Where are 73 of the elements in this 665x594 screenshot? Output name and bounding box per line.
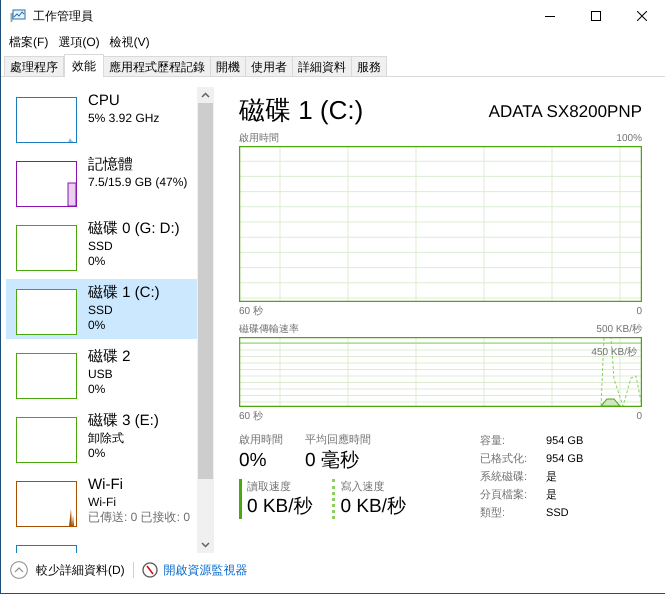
property-label: 類型: [480, 506, 506, 521]
device-name: 磁碟 1 (C:) [88, 283, 160, 303]
device-detail: USB [88, 367, 114, 382]
scrollbar[interactable] [197, 87, 214, 553]
sidebar-item[interactable]: 磁碟 1 (C:) SSD 0% [6, 279, 197, 339]
device-detail: 0% [88, 446, 106, 461]
chart-scale-label: 450 KB/秒 [591, 346, 637, 360]
device-detail: 7.5/15.9 GB (47%) [88, 175, 188, 190]
property-label: 分頁檔案: [480, 488, 528, 503]
chart-min-label: 0 [636, 305, 642, 319]
stat-label: 平均回應時間 [305, 432, 371, 448]
device-detail: SSD [88, 239, 114, 254]
disk-model: ADATA SX8200PNP [488, 101, 642, 123]
device-name: 記憶體 [88, 155, 134, 175]
scroll-up-icon[interactable] [201, 92, 210, 98]
tab[interactable]: 處理程序 [4, 56, 64, 76]
property-label: 系統磁碟: [480, 470, 528, 485]
maximize-icon [591, 11, 601, 21]
tab[interactable]: 詳細資料 [292, 56, 352, 76]
speed-label: 讀取速度 [247, 480, 292, 494]
device-detail: 卸除式 [88, 431, 125, 446]
device-detail: SSD [88, 303, 114, 318]
device-name: 磁碟 2 [88, 347, 131, 367]
device-name: CPU [88, 91, 121, 111]
fewer-details-button[interactable]: 較少詳細資料(D) [10, 561, 125, 579]
chart-max-label: 500 KB/秒 [596, 322, 642, 337]
device-name: 磁碟 0 (G: D:) [88, 219, 180, 239]
chart-label: 啟用時間 [239, 132, 279, 146]
gauge-icon [142, 562, 158, 578]
tab[interactable]: 服務 [351, 56, 387, 76]
property-value: 954 GB [546, 452, 584, 467]
property-label: 已格式化: [480, 452, 528, 467]
chart-min-label: 0 [636, 410, 642, 424]
tab[interactable]: 應用程式歷程記錄 [103, 56, 211, 76]
scroll-down-icon[interactable] [201, 542, 210, 548]
tab[interactable]: 使用者 [245, 56, 293, 76]
chart-max-label: 100% [616, 132, 642, 146]
speed-label: 寫入速度 [340, 480, 386, 494]
chart-label: 磁碟傳輸速率 [239, 322, 299, 337]
disk-title: 磁碟 1 (C:) [239, 95, 364, 125]
speed-value: 0 KB/秒 [340, 495, 406, 519]
device-name: Wi-Fi [88, 475, 124, 495]
property-value: 是 [546, 470, 558, 485]
device-detail: Wi-Fi [88, 495, 117, 510]
device-detail: 0% [88, 382, 106, 397]
device-detail: 0% [88, 254, 106, 269]
dashed-legend-line [332, 478, 336, 519]
device-detail: 0% [88, 318, 106, 333]
legend-line [239, 478, 242, 519]
property-label: 容量: [480, 434, 506, 449]
resource-monitor-link[interactable]: 開啟資源監視器 [142, 561, 248, 579]
property-value: SSD [546, 506, 570, 521]
tab[interactable]: 效能 [64, 54, 104, 77]
device-detail: 已傳送: 0 已接收: 0 [88, 510, 190, 525]
property-value: 954 GB [546, 434, 584, 449]
property-value: 是 [546, 488, 558, 503]
collapse-icon [10, 561, 28, 579]
stat-value: 0% [239, 448, 268, 472]
scrollbar-thumb[interactable] [198, 103, 213, 479]
menu-item[interactable]: 選項(O) [58, 33, 100, 51]
speed-value: 0 KB/秒 [247, 495, 312, 519]
device-name: 磁碟 3 (E:) [88, 411, 159, 431]
time-axis-label: 60 秒 [239, 304, 263, 319]
stat-label: 啟用時間 [239, 433, 283, 448]
tab[interactable]: 開機 [210, 56, 246, 76]
window-title: 工作管理員 [33, 8, 93, 25]
app-icon [10, 9, 26, 23]
menu-item[interactable]: 檢視(V) [110, 33, 150, 51]
time-axis-label: 60 秒 [239, 410, 263, 424]
device-detail: 5% 3.92 GHz [88, 111, 160, 126]
menu-item[interactable]: 檔案(F) [9, 33, 48, 51]
stat-value: 0 毫秒 [305, 448, 360, 472]
close-icon [637, 11, 647, 21]
